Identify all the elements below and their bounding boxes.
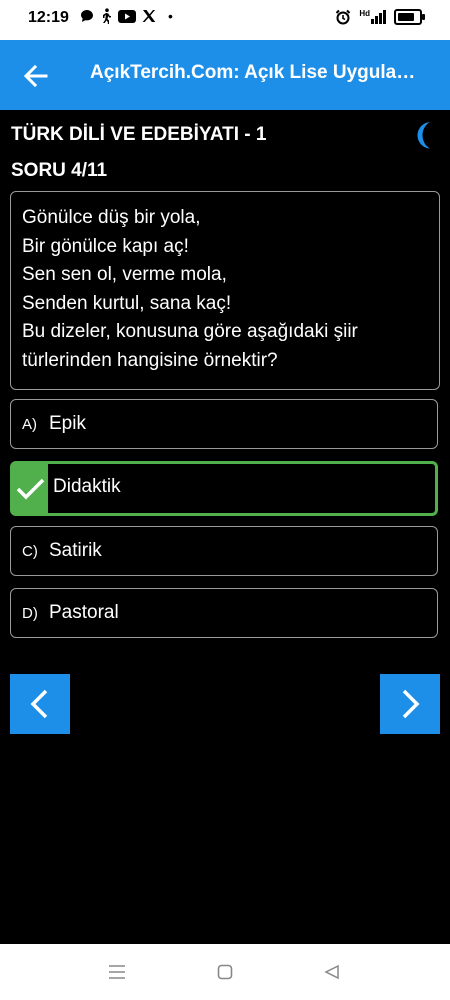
chevron-right-icon <box>402 689 420 719</box>
app-title: AçıkTercih.Com: Açık Lise Uygulaması <box>90 62 428 83</box>
checkmark-icon <box>13 464 48 513</box>
option-b[interactable]: Didaktik <box>10 461 438 516</box>
status-right-icons: Hd <box>335 9 425 25</box>
back-icon[interactable] <box>324 964 340 980</box>
back-arrow-icon[interactable] <box>22 62 50 90</box>
menu-icon[interactable] <box>108 965 126 979</box>
chevron-left-icon <box>30 689 48 719</box>
signal-icon: Hd <box>359 10 386 24</box>
question-line: Senden kurtul, sana kaç! <box>22 292 232 314</box>
system-navigation-bar <box>0 944 450 1000</box>
option-text: Didaktik <box>53 476 121 497</box>
signal-label: Hd <box>359 9 370 18</box>
question-line: Gönülce düş bir yola, <box>22 207 201 228</box>
status-bar: 12:19 • Hd <box>0 0 450 40</box>
moon-icon[interactable] <box>412 120 438 150</box>
next-button[interactable] <box>380 674 440 734</box>
option-letter: D) <box>22 605 38 622</box>
question-line: Bir gönülce kapı aç! <box>22 235 189 257</box>
question-line: türlerinden hangisine örnektir? <box>22 349 278 371</box>
home-icon[interactable] <box>217 964 233 980</box>
option-text: Pastoral <box>49 602 119 623</box>
battery-icon <box>394 9 425 25</box>
option-letter: A) <box>22 416 37 433</box>
option-a[interactable]: A) Epik <box>10 399 438 449</box>
question-box: Gönülce düş bir yola, Bir gönülce kapı a… <box>10 191 440 390</box>
option-d[interactable]: D) Pastoral <box>10 588 438 638</box>
notification-icons: • <box>80 8 173 24</box>
subject-title: TÜRK DİLİ VE EDEBİYATI - 1 <box>11 124 267 145</box>
option-letter: C) <box>22 543 38 560</box>
question-line: Sen sen ol, verme mola, <box>22 264 227 285</box>
app-bar: AçıkTercih.Com: Açık Lise Uygulaması <box>0 40 450 110</box>
chat-bubble-icon <box>81 10 93 22</box>
question-line: Bu dizeler, konusuna göre aşağıdaki şiir <box>22 321 358 342</box>
walking-person-icon <box>103 8 111 24</box>
option-text: Satirik <box>49 540 102 561</box>
option-text: Epik <box>49 413 86 434</box>
question-counter: SORU 4/11 <box>11 160 108 181</box>
x-logo-icon <box>142 10 156 22</box>
status-time: 12:19 <box>28 9 69 26</box>
option-c[interactable]: C) Satirik <box>10 526 438 576</box>
notification-dot: • <box>168 8 173 24</box>
youtube-icon <box>118 9 136 23</box>
alarm-icon <box>336 9 351 25</box>
previous-button[interactable] <box>10 674 70 734</box>
